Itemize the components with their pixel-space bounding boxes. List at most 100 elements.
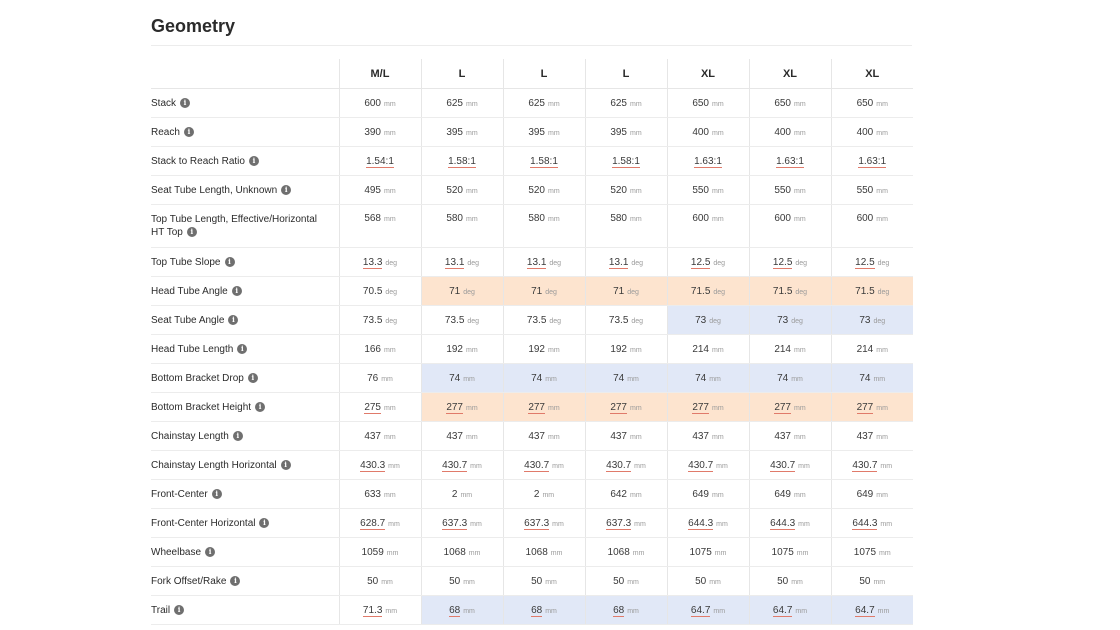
- info-icon[interactable]: i: [230, 575, 241, 586]
- value-number: 70.5: [362, 285, 383, 297]
- value-cell: 1.58:1: [420, 146, 503, 176]
- value-cell: 214 mm: [830, 334, 913, 364]
- info-icon[interactable]: i: [174, 604, 185, 615]
- value-number: 437: [774, 430, 791, 442]
- value-number: 73.5: [526, 314, 547, 326]
- value-cell: 74 mm: [666, 363, 749, 393]
- value-number: 650: [856, 97, 874, 109]
- info-icon[interactable]: i: [255, 401, 266, 412]
- value-number: 1.63:1: [858, 155, 887, 168]
- info-icon[interactable]: i: [259, 517, 270, 528]
- value-cell: 580 mm: [502, 204, 585, 248]
- value-cell: 395 mm: [420, 117, 503, 147]
- value-number: 580: [610, 213, 627, 224]
- value-number: 437: [610, 430, 627, 442]
- row-label: Front-Center Horizontal: [151, 517, 256, 529]
- info-icon[interactable]: i: [228, 314, 239, 325]
- value-number: 71.5: [772, 285, 793, 297]
- value-cell: 650 mm: [748, 88, 831, 118]
- value-unit: mm: [876, 433, 888, 441]
- value-cell: 73 deg: [666, 305, 749, 335]
- value-unit: mm: [381, 578, 393, 586]
- row-label: Wheelbase: [151, 546, 202, 558]
- info-icon[interactable]: i: [248, 155, 259, 166]
- value-cell: 637.3 mm: [584, 508, 667, 538]
- value-cell: 633 mm: [338, 479, 421, 509]
- value-cell: 71.5 deg: [666, 276, 749, 306]
- info-icon[interactable]: i: [232, 430, 243, 441]
- row-label: Head Tube Length: [151, 343, 234, 355]
- value-cell: 637.3 mm: [502, 508, 585, 538]
- value-number: 400: [774, 126, 791, 138]
- value-unit: mm: [627, 375, 639, 383]
- info-icon[interactable]: i: [237, 343, 248, 354]
- value-unit: mm: [388, 462, 400, 470]
- value-unit: mm: [627, 607, 639, 615]
- value-cell: 50 mm: [420, 566, 503, 596]
- value-number: 1.58:1: [530, 155, 558, 168]
- value-number: 550: [692, 184, 709, 196]
- value-cell: 12.5 deg: [748, 247, 831, 277]
- value-unit: mm: [384, 433, 396, 441]
- value-number: 71.5: [855, 285, 875, 297]
- value-number: 71: [531, 285, 543, 297]
- value-unit: mm: [795, 607, 808, 615]
- value-cell: 580 mm: [420, 204, 503, 248]
- value-cell: 68 mm: [420, 595, 503, 625]
- value-number: 649: [692, 488, 709, 500]
- value-cell: 166 mm: [338, 334, 421, 364]
- value-number: 550: [774, 184, 791, 196]
- info-icon[interactable]: i: [247, 372, 258, 383]
- table-row: Chainstay Length i 437 mm 437 mm 437 mm 437 mm 437…: [151, 421, 913, 451]
- value-unit: mm: [466, 433, 478, 441]
- value-cell: 1075 mm: [748, 537, 831, 567]
- value-number: 13.1: [608, 256, 629, 269]
- value-unit: mm: [794, 346, 806, 354]
- value-cell: 71.5 deg: [748, 276, 831, 306]
- value-cell: 1068 mm: [584, 537, 667, 567]
- value-unit: mm: [385, 607, 398, 615]
- info-icon[interactable]: i: [281, 184, 292, 195]
- value-number: 73.5: [444, 314, 465, 326]
- value-number: 50: [613, 575, 625, 587]
- value-number: 437: [446, 430, 463, 442]
- info-icon[interactable]: i: [205, 546, 216, 557]
- value-cell: 1.58:1: [584, 146, 667, 176]
- info-icon[interactable]: i: [231, 285, 242, 296]
- value-unit: mm: [463, 375, 475, 383]
- value-number: 600: [774, 213, 791, 224]
- value-cell: 650 mm: [830, 88, 913, 118]
- value-unit: deg: [463, 288, 475, 296]
- info-icon[interactable]: i: [280, 459, 291, 470]
- value-number: 73: [695, 314, 707, 326]
- value-unit: mm: [876, 129, 888, 137]
- value-cell: 625 mm: [420, 88, 503, 118]
- row-label-cell: Head Tube Length i: [151, 334, 339, 364]
- table-row: Wheelbase i 1059 mm 1068 mm 1068 mm 1068 mm 1075 mm…: [151, 537, 913, 567]
- value-cell: 580 mm: [584, 204, 667, 248]
- info-icon[interactable]: i: [180, 97, 191, 108]
- value-unit: mm: [468, 549, 481, 557]
- value-number: 580: [528, 213, 545, 224]
- value-number: 495: [364, 184, 381, 196]
- info-icon[interactable]: i: [186, 227, 197, 238]
- info-icon[interactable]: i: [211, 488, 222, 499]
- value-number: 628.7: [360, 517, 386, 530]
- value-number: 437: [856, 430, 874, 442]
- value-unit: deg: [713, 288, 726, 296]
- value-number: 430.3: [360, 459, 386, 472]
- row-label-cell: Wheelbase i: [151, 537, 339, 567]
- value-unit: mm: [713, 607, 726, 615]
- value-unit: mm: [714, 549, 727, 557]
- table-row: Front-Center i 633 mm 2 mm 2 mm 642 mm 649 mm 649 mm 6…: [151, 479, 913, 509]
- value-number: 1075: [853, 546, 877, 558]
- value-unit: mm: [630, 129, 642, 137]
- value-number: 2: [533, 488, 540, 500]
- info-icon[interactable]: i: [183, 126, 194, 137]
- value-unit: deg: [467, 317, 480, 325]
- info-icon[interactable]: i: [224, 256, 235, 267]
- value-unit: mm: [384, 216, 396, 223]
- value-unit: mm: [876, 404, 888, 412]
- value-unit: mm: [630, 404, 642, 412]
- value-cell: 437 mm: [666, 421, 749, 451]
